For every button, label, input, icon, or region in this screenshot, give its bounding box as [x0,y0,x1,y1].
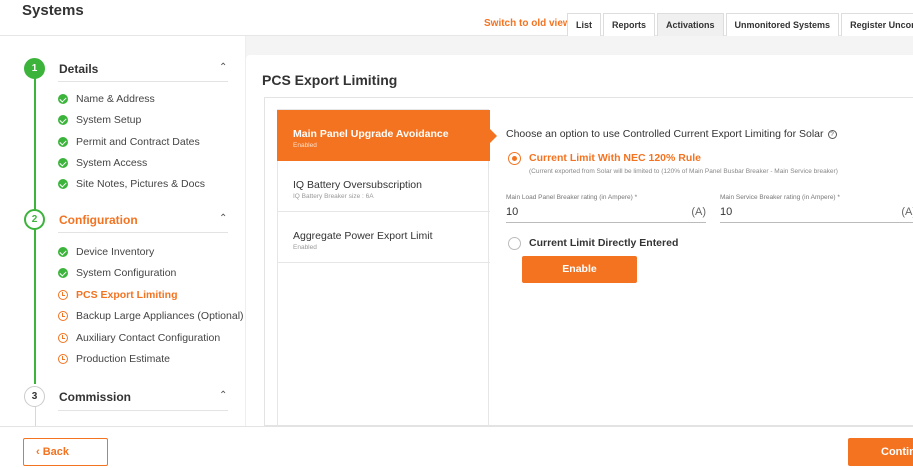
option-title: IQ Battery Oversubscription [293,179,422,191]
radio-current-limit-direct-label[interactable]: Current Limit Directly Entered [529,237,678,249]
progress-rail-pending [35,406,36,426]
radio-current-limit-direct[interactable] [508,237,521,250]
clock-icon [58,333,68,343]
sidebar-item-label: Permit and Contract Dates [76,136,200,148]
sidebar-item-system-setup[interactable]: System Setup [58,114,141,126]
sidebar-item-label: Site Notes, Pictures & Docs [76,178,205,190]
option-list: Main Panel Upgrade Avoidance Enabled IQ … [277,109,497,427]
sidebar-item-label: System Configuration [76,267,177,279]
continue-button[interactable]: Continue [848,438,913,466]
chevron-up-icon[interactable]: ⌃ [219,390,227,401]
unit-label: (A) [691,206,706,218]
check-circle-icon [58,158,68,168]
sidebar-item-name-address[interactable]: Name & Address [58,93,155,105]
clock-icon [58,311,68,321]
check-circle-icon [58,137,68,147]
check-circle-icon [58,115,68,125]
config-question-text: Choose an option to use Controlled Curre… [506,128,824,140]
back-button[interactable]: ‹ Back [23,438,108,466]
footer-bar: ‹ Back Continue [0,426,913,468]
option-main-panel-upgrade-avoidance[interactable]: Main Panel Upgrade Avoidance Enabled [277,110,497,161]
sidebar-item-system-configuration[interactable]: System Configuration [58,267,176,279]
option-subtitle: Enabled [293,244,317,251]
tab-reports[interactable]: Reports [603,13,656,36]
sidebar-item-label: System Setup [76,114,142,126]
option-aggregate-power-export-limit[interactable]: Aggregate Power Export Limit Enabled [277,212,490,263]
tab-unmonitored-systems[interactable]: Unmonitored Systems [725,13,840,36]
sidebar-item-label: Production Estimate [76,353,170,365]
step-3-badge: 3 [24,386,45,407]
check-circle-icon [58,268,68,278]
main-load-panel-breaker-input[interactable]: 10 (A) [506,203,706,223]
chevron-left-icon: ‹ [36,446,43,458]
sidebar-item-label: System Access [76,157,148,169]
divider [58,232,228,233]
enable-button[interactable]: Enable [522,256,637,283]
unit-label: (A) [901,206,913,218]
clock-icon [58,354,68,364]
main-load-panel-breaker-label: Main Load Panel Breaker rating (in Amper… [506,194,638,201]
sidebar-item-label: Backup Large Appliances (Optional) [76,310,244,322]
divider [58,410,228,411]
tab-register-unconnected[interactable]: Register Unconnected M [841,13,913,36]
section-heading: PCS Export Limiting [262,72,398,88]
help-icon[interactable]: ? [827,130,837,139]
radio-nec-120-rule[interactable] [508,152,521,165]
main-service-breaker-label: Main Service Breaker rating (in Ampere) … [720,194,840,201]
option-subtitle: Enabled [293,142,317,149]
option-iq-battery-oversubscription[interactable]: IQ Battery Oversubscription IQ Battery B… [277,161,490,212]
sidebar-item-label: Auxiliary Contact Configuration [76,332,221,344]
input-value: 10 [720,206,733,218]
radio-nec-120-rule-label[interactable]: Current Limit With NEC 120% Rule [529,152,701,164]
page-title: Systems [22,2,84,19]
divider [58,81,228,82]
check-circle-icon [58,247,68,257]
progress-rail [34,229,36,384]
tab-activations[interactable]: Activations [657,13,724,36]
section-details-title[interactable]: Details [59,62,98,76]
sidebar-item-label: Device Inventory [76,246,155,258]
option-config-panel: Choose an option to use Controlled Curre… [506,109,913,419]
wizard-sidebar: 1 Details ⌃ Name & Address System Setup … [0,36,246,426]
chevron-up-icon[interactable]: ⌃ [219,62,227,73]
main-panel: PCS Export Limiting Main Panel Upgrade A… [246,55,913,427]
sidebar-item-production-estimate[interactable]: Production Estimate [58,353,170,365]
sidebar-item-auxiliary-contact[interactable]: Auxiliary Contact Configuration [58,332,220,344]
sidebar-item-pcs-export-limiting[interactable]: PCS Export Limiting [58,289,178,301]
top-tabs: List Reports Activations Unmonitored Sys… [567,13,913,36]
check-circle-icon [58,179,68,189]
switch-to-old-view-link[interactable]: Switch to old view [484,18,571,29]
sidebar-item-site-notes[interactable]: Site Notes, Pictures & Docs [58,178,205,190]
section-configuration-title[interactable]: Configuration [59,213,138,227]
step-2-badge: 2 [24,209,45,230]
top-bar: Systems Switch to old view List Reports … [0,0,913,36]
main-service-breaker-input[interactable]: 10 (A) [720,203,913,223]
step-1-badge: 1 [24,58,45,79]
option-subtitle: IQ Battery Breaker size : 6A [293,193,374,200]
tab-list[interactable]: List [567,13,602,36]
input-value: 10 [506,206,519,218]
back-label: Back [42,446,70,458]
radio-nec-120-rule-note: (Current exported from Solar will be lim… [529,168,838,175]
sidebar-item-label: PCS Export Limiting [76,289,178,301]
option-title: Aggregate Power Export Limit [293,230,433,242]
chevron-up-icon[interactable]: ⌃ [219,213,227,224]
section-commission-title[interactable]: Commission [59,390,131,404]
sidebar-item-label: Name & Address [76,93,155,105]
clock-icon [58,290,68,300]
app-root: Systems Switch to old view List Reports … [0,0,913,468]
sidebar-item-system-access[interactable]: System Access [58,157,147,169]
check-circle-icon [58,94,68,104]
sidebar-item-permit-contract-dates[interactable]: Permit and Contract Dates [58,136,200,148]
option-title: Main Panel Upgrade Avoidance [293,128,449,140]
progress-rail [34,77,36,217]
sidebar-item-backup-large-appliances[interactable]: Backup Large Appliances (Optional) [58,310,244,322]
export-limiting-card: Main Panel Upgrade Avoidance Enabled IQ … [264,97,913,427]
config-question: Choose an option to use Controlled Curre… [506,128,837,140]
sidebar-item-device-inventory[interactable]: Device Inventory [58,246,154,258]
